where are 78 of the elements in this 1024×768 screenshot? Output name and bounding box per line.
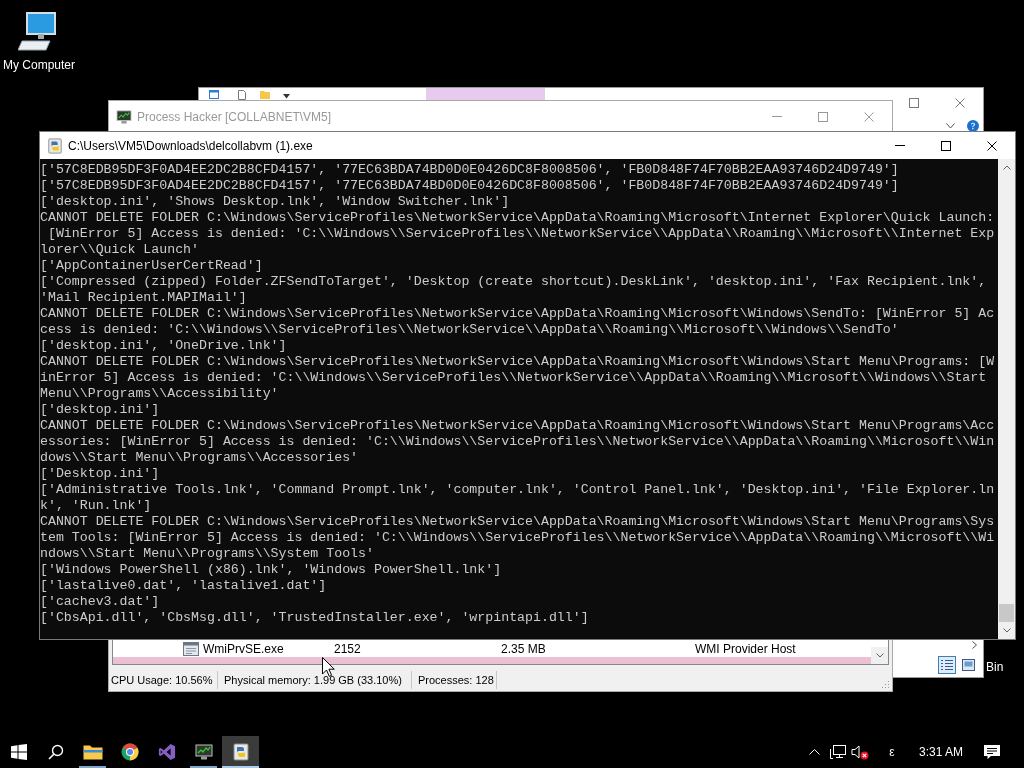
console-line: 'Mail Recipient.MAPIMail'] [40,290,247,306]
status-bar-text: Processes: 128 [412,671,497,689]
console-line: cess is denied: 'C:\\Windows\\ServiceProfiles\\NetworkService\\AppData\\Roaming\\Microsoft\\Windows\\SendTo' [40,322,899,338]
console-line: CANNOT DELETE FOLDER C:\Windows\ServiceProfiles\NetworkService\AppData\Roaming\Microsoft\Windows\Start Menu\Programs: [W [40,354,995,370]
view-button[interactable] [938,656,956,674]
desktop-icon-label[interactable]: Bin [986,660,1004,674]
process-memory: 2.35 MB [501,640,547,658]
window-title: Process Hacker [COLLABNET\VM5] [137,108,332,126]
network-icon [829,744,847,760]
close-icon [955,98,965,108]
program-icon [231,743,250,761]
chevron-up-icon [808,749,820,755]
clock[interactable]: 3:31 AM [912,736,970,768]
console-line: lorer\\Quick Launch' [40,242,200,258]
monitor-icon [116,109,132,124]
chevron-right-icon [972,640,977,649]
console-line: Menu\\Programs\\Accessibility' [40,386,279,402]
maximize-icon [818,111,828,122]
notification-icon [983,744,1001,760]
chevron-up-icon [1002,165,1011,170]
console-line: ['desktop.ini'] [40,402,160,418]
console-line: ['Desktop.ini'] [40,466,160,482]
close-icon [864,111,874,122]
console-line: CANNOT DELETE FOLDER C:\Windows\ServiceProfiles\NetworkService\AppData\Roaming\Microsoft\Windows\Start Menu\Programs\Sys [40,514,995,530]
window-title: C:\Users\VM5\Downloads\delcollabvm (1).exe [68,137,313,155]
console-line: ['Compressed (zipped) Folder.ZFSendToTarget', 'Desktop (create shortcut).DeskLink', 'desktop.ini', 'Fax Recipient.lnk', [40,274,987,290]
minimize-icon [895,145,905,146]
scroll-down-button[interactable] [871,647,888,664]
windows-logo-icon [10,744,27,760]
window-icon[interactable] [209,90,219,99]
console-line: ['Windows PowerShell (x86).lnk', 'Windows PowerShell.lnk'] [40,562,502,578]
console-line: ['Administrative Tools.lnk', 'Command Prompt.lnk', 'computer.lnk', 'Control Panel.lnk', 'Desktop.ini', 'File Explorer.ln [40,482,995,498]
console-line: essories: [WinError 5] Access is denied: 'C:\\Windows\\ServiceProfiles\\NetworkService\\AppData\\Roaming\\Microsoft\\Win [40,434,995,450]
status-bar-text: CPU Usage: 10.56% [109,671,218,689]
console-line: CANNOT DELETE FOLDER C:\Windows\ServiceProfiles\NetworkService\AppData\Roaming\Microsoft\Windows\SendTo: [WinError 5] Ac [40,306,995,322]
console-line: dows\\Start Menu\\Programs\\Accessories' [40,450,359,466]
console-line: ['AppContainerUserCertRead'] [40,258,263,274]
console-line: CANNOT DELETE FOLDER C:\Windows\ServiceProfiles\NetworkService\AppData\Roaming\Microsoft\Windows\Start Menu\Programs\Acc [40,418,995,434]
help-icon[interactable] [967,120,979,132]
scrollbar[interactable] [998,159,1015,639]
console-line: k', 'Run.lnk'] [40,498,152,514]
console-line: ndows\\Start Menu\\Programs\\System Tools' [40,546,374,562]
console-line: tem Tools: [WinError 5] Access is denied: 'C:\\Windows\\ServiceProfiles\\NetworkService\\AppData\\Roaming\\Microsoft\\Wi [40,530,995,546]
scrollbar-thumb[interactable] [999,604,1014,622]
monitor-icon [194,744,213,760]
details-view-icon [941,659,953,671]
console-line: ['cachev3.dat'] [40,594,160,610]
console-line: ['lastalive0.dat', 'lastalive1.dat'] [40,578,327,594]
large-icons-view-icon [961,659,975,671]
taskbar-button[interactable] [222,736,259,768]
editor-logo-icon [157,743,176,761]
console-line: inError 5] Access is denied: 'C:\\Windows\\ServiceProfiles\\NetworkService\\AppData\\Roaming\\Microsoft\\Windows\\Start [40,370,987,386]
folder-icon [82,744,103,760]
resize-grip-icon[interactable] [880,679,890,689]
search-icon [47,744,64,760]
chevron-down-icon [1002,628,1011,633]
console-line: ['desktop.ini', 'OneDrive.lnk'] [40,338,287,354]
close-icon [987,140,997,151]
desktop-icon-label[interactable]: My Computer [3,58,75,72]
console-line: CANNOT DELETE FOLDER C:\Windows\ServiceProfiles\NetworkService\AppData\Roaming\Microsoft\Internet Explorer\Quick Launch: [40,210,995,226]
process-name: WmiPrvSE.exe [203,640,285,658]
console-line: ['CbsApi.dll', 'CbsMsg.dll', 'TrustedInstaller.exe', 'wrpintapi.dll'] [40,610,589,626]
input-indicator[interactable]: ε [880,736,904,768]
chevron-down-icon [875,653,884,658]
process-icon [183,641,199,656]
view-button[interactable] [959,656,977,674]
chevron-down-icon[interactable] [946,123,955,129]
process-pid: 2152 [334,640,362,658]
console-line: ['desktop.ini', 'Shows Desktop.lnk', 'Window Switcher.lnk'] [40,194,510,210]
process-description: WMI Provider Host [695,640,796,658]
browser-icon [120,743,139,761]
maximize-icon [909,98,919,108]
minimize-icon [772,116,782,117]
maximize-icon [941,140,951,151]
console-line: ['57C8EDB95DF3F0AD4EE2DC2B8CFD4157', '77EC63BDA74BD0D0E0426DC8F8008506', 'FB0D848F74F70BB2EAA93746D24D9749'] [40,178,899,194]
console-line: ['57C8EDB95DF3F0AD4EE2DC2B8CFD4157', '77EC63BDA74BD0D0E0426DC8F8008506', 'FB0D848F74F70BB2EAA93746D24D9749'] [40,162,899,178]
console-line: [WinError 5] Access is denied: 'C:\\Windows\\ServiceProfiles\\NetworkService\\AppData\\Roaming\\Microsoft\\Internet Exp [46,226,995,242]
program-icon [47,137,63,154]
